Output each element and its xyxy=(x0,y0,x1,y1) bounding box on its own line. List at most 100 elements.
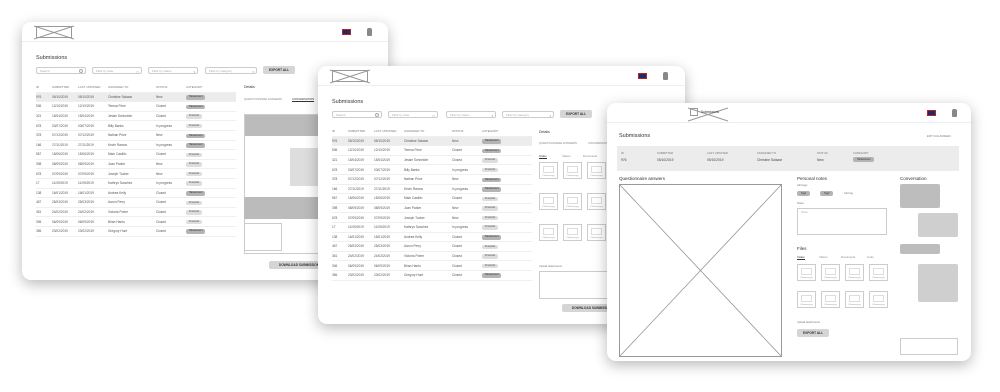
file-thumbnail[interactable]: Filename.jpg xyxy=(563,162,582,179)
language-flag-icon[interactable] xyxy=(342,29,351,35)
file-thumbnail[interactable]: Filename.jpg xyxy=(587,162,606,179)
table-row[interactable]: 138 16/01/2019 16/01/2019 Andrea Kelly Close… xyxy=(36,189,236,199)
file-thumbnail[interactable]: Filename.jpg xyxy=(539,162,558,179)
notes-textarea[interactable]: Notes xyxy=(797,208,887,235)
table-row[interactable]: 138 16/01/2019 16/01/2019 Andrea Kelly Close… xyxy=(332,233,532,243)
column-header[interactable]: ASSIGNED TO xyxy=(108,85,156,89)
table-row[interactable]: 361 24/02/2019 24/02/2019 Victoria Porter Cl… xyxy=(332,252,532,262)
table-row[interactable]: 976 05/10/2019 05/10/2019 Christine Salazar… xyxy=(36,92,236,103)
table-row[interactable]: 976 05/10/2019 05/10/2019 Christine Salazar… xyxy=(332,136,532,147)
column-header[interactable]: ID xyxy=(36,85,52,89)
file-tab-intake[interactable]: Intake xyxy=(797,255,805,260)
table-row[interactable]: 166 27/11/2019 27/11/2019 Kevin Ramos In pro… xyxy=(332,185,532,195)
tab-questionnaire-answers[interactable]: QUESTIONNAIRE ANSWERS xyxy=(539,141,577,145)
table-row[interactable]: 17 11/09/2019 11/09/2019 Kathryn Sanchez In … xyxy=(332,223,532,233)
file-thumbnail[interactable]: Filename.jpg xyxy=(821,264,840,281)
table-row[interactable]: 678 07/09/2019 07/09/2019 Joseph Tucker New F… xyxy=(36,169,236,179)
table-cell: Closed xyxy=(156,229,166,234)
column-header[interactable]: LAST UPDATED xyxy=(374,129,404,133)
column-header[interactable]: LAST UPDATED xyxy=(78,85,108,89)
file-thumbnail[interactable]: Filename.jpg xyxy=(587,193,606,210)
table-row[interactable]: 678 03/07/2019 03/07/2019 Billy Banks In pro… xyxy=(332,165,532,175)
table-row[interactable]: 356 23/02/2019 23/02/2019 Gregory Hunt Close… xyxy=(332,271,532,281)
user-icon[interactable] xyxy=(367,28,372,36)
exit-fullscreen-button[interactable]: EXIT FULLSCREEN xyxy=(927,135,951,138)
column-header[interactable]: ID xyxy=(332,129,348,133)
message-input[interactable] xyxy=(900,338,958,355)
column-header[interactable]: ASSIGNED TO xyxy=(404,129,452,133)
tag-1[interactable]: Tag1 xyxy=(797,191,811,196)
file-tab-intake[interactable]: Intake xyxy=(539,154,547,159)
language-flag-icon[interactable] xyxy=(638,73,647,79)
table-row[interactable]: 567 15/06/2019 15/06/2019 Mark Castillo Clos… xyxy=(36,150,236,160)
file-tab-videos[interactable]: Videos xyxy=(562,154,571,158)
file-tab-documents[interactable]: Documents xyxy=(841,255,855,259)
file-thumbnail[interactable]: Filename.jpg xyxy=(797,264,816,281)
filter-category-select[interactable]: Filter by category ▾ xyxy=(205,67,257,74)
user-icon[interactable] xyxy=(663,72,668,80)
table-cell: 321 xyxy=(36,114,42,119)
table-row[interactable]: 678 03/07/2019 03/07/2019 Billy Banks In pro… xyxy=(36,121,236,131)
user-icon[interactable] xyxy=(952,109,957,117)
column-header[interactable]: STATUS xyxy=(156,85,186,89)
file-thumbnail[interactable]: Filename.jpg xyxy=(821,291,840,308)
tab-conversation[interactable]: CONVERSATION xyxy=(292,97,315,102)
table-row[interactable]: 306 06/09/2019 06/09/2019 Brian Harris Close… xyxy=(36,217,236,227)
file-thumbnail[interactable]: Filename.jpg xyxy=(845,291,864,308)
column-header[interactable]: CATEGORY xyxy=(482,129,526,133)
table-row[interactable]: 378 07/12/2019 07/12/2019 Nathan Price New Ha… xyxy=(332,175,532,185)
search-input[interactable]: Search xyxy=(36,67,86,74)
filter-date-select[interactable]: Filter by date ▭ xyxy=(388,111,438,118)
table-row[interactable]: 321 15/04/2019 15/04/2019 Jessie Schneider C… xyxy=(332,156,532,166)
tag-2[interactable]: Tag2 xyxy=(820,191,834,196)
file-tab-links[interactable]: Links xyxy=(867,255,874,259)
file-thumbnail[interactable]: Filename.jpg xyxy=(563,193,582,210)
table-row[interactable]: 567 15/06/2019 15/06/2019 Mark Castillo Clos… xyxy=(332,194,532,204)
table-row[interactable]: 321 15/04/2019 15/04/2019 Jessie Schneider C… xyxy=(36,112,236,122)
table-row[interactable]: 398 08/09/2019 08/09/2019 Joan Parker New Fin… xyxy=(332,204,532,214)
file-thumbnail[interactable]: Filename.jpg xyxy=(797,291,816,308)
export-all-button[interactable]: EXPORT ALL xyxy=(797,329,829,337)
export-all-button[interactable]: EXPORT ALL xyxy=(560,110,592,118)
file-thumbnail[interactable]: Filename.jpg xyxy=(539,224,558,241)
table-row[interactable]: 166 27/11/2019 27/11/2019 Kevin Ramos In pro… xyxy=(36,141,236,151)
table-row[interactable]: 536 12/10/2019 12/10/2019 Teresa Price Close… xyxy=(36,102,236,112)
table-cell: 11/09/2019 xyxy=(374,225,390,230)
table-row[interactable]: 398 08/09/2019 08/09/2019 Joan Parker New Fin… xyxy=(36,160,236,170)
file-thumbnail[interactable]: Filename.jpg xyxy=(869,291,888,308)
file-thumbnail[interactable]: Filename.jpg xyxy=(845,264,864,281)
tab-questionnaire-answers[interactable]: QUESTIONNAIRE ANSWERS xyxy=(244,97,282,101)
upload-attachments-label: Upload attachments xyxy=(797,321,821,324)
table-row[interactable]: 378 07/12/2019 07/12/2019 Nathan Price New Ha… xyxy=(36,131,236,141)
table-row[interactable]: 361 24/02/2019 24/02/2019 Victoria Porter Cl… xyxy=(36,208,236,218)
export-all-button[interactable]: EXPORT ALL xyxy=(263,66,295,74)
column-header[interactable]: STATUS xyxy=(452,129,482,133)
column-header[interactable]: SUBMITTED xyxy=(52,85,78,89)
table-row[interactable]: 467 25/03/2019 25/03/2019 Aaron Perry Closed… xyxy=(332,242,532,252)
filter-date-select[interactable]: Filter by date ▭ xyxy=(92,67,142,74)
table-row[interactable]: 536 12/10/2019 12/10/2019 Teresa Price Close… xyxy=(332,146,532,156)
filter-status-select[interactable]: Filter by status ▾ xyxy=(446,111,496,118)
column-header[interactable]: SUBMITTED xyxy=(348,129,374,133)
file-tab-documents[interactable]: Documents xyxy=(583,154,597,158)
table-cell: Financial xyxy=(482,215,526,221)
table-row[interactable]: 467 25/03/2019 25/03/2019 Aaron Perry Closed… xyxy=(36,198,236,208)
table-row[interactable]: 306 06/09/2019 06/09/2019 Brian Harris Close… xyxy=(332,261,532,271)
file-thumbnail[interactable]: Filename.jpg xyxy=(869,264,888,281)
column-header[interactable]: CATEGORY xyxy=(186,85,230,89)
table-row[interactable]: 678 07/09/2019 07/09/2019 Joseph Tucker New F… xyxy=(332,213,532,223)
table-row[interactable]: 17 11/09/2019 11/09/2019 Kathryn Sanchez In … xyxy=(36,179,236,189)
file-thumbnail[interactable]: Filename.jpg xyxy=(539,193,558,210)
language-flag-icon[interactable] xyxy=(927,110,936,116)
filter-status-select[interactable]: Filter by status ▾ xyxy=(148,67,198,74)
add-tag-button[interactable]: Add tag xyxy=(844,192,853,195)
table-row[interactable]: 356 23/02/2019 23/02/2019 Gregory Hunt Close… xyxy=(36,227,236,237)
file-tab-videos[interactable]: Videos xyxy=(819,255,828,259)
search-input[interactable]: Search xyxy=(332,111,382,118)
file-thumbnail[interactable]: Filename.jpg xyxy=(587,224,606,241)
table-cell: 467 xyxy=(36,200,42,205)
category-badge: Harassment xyxy=(186,133,206,139)
calendar-icon: ▭ xyxy=(432,114,435,118)
filter-category-select[interactable]: Filter by category ▾ xyxy=(502,111,554,118)
file-thumbnail[interactable]: Filename.jpg xyxy=(563,224,582,241)
